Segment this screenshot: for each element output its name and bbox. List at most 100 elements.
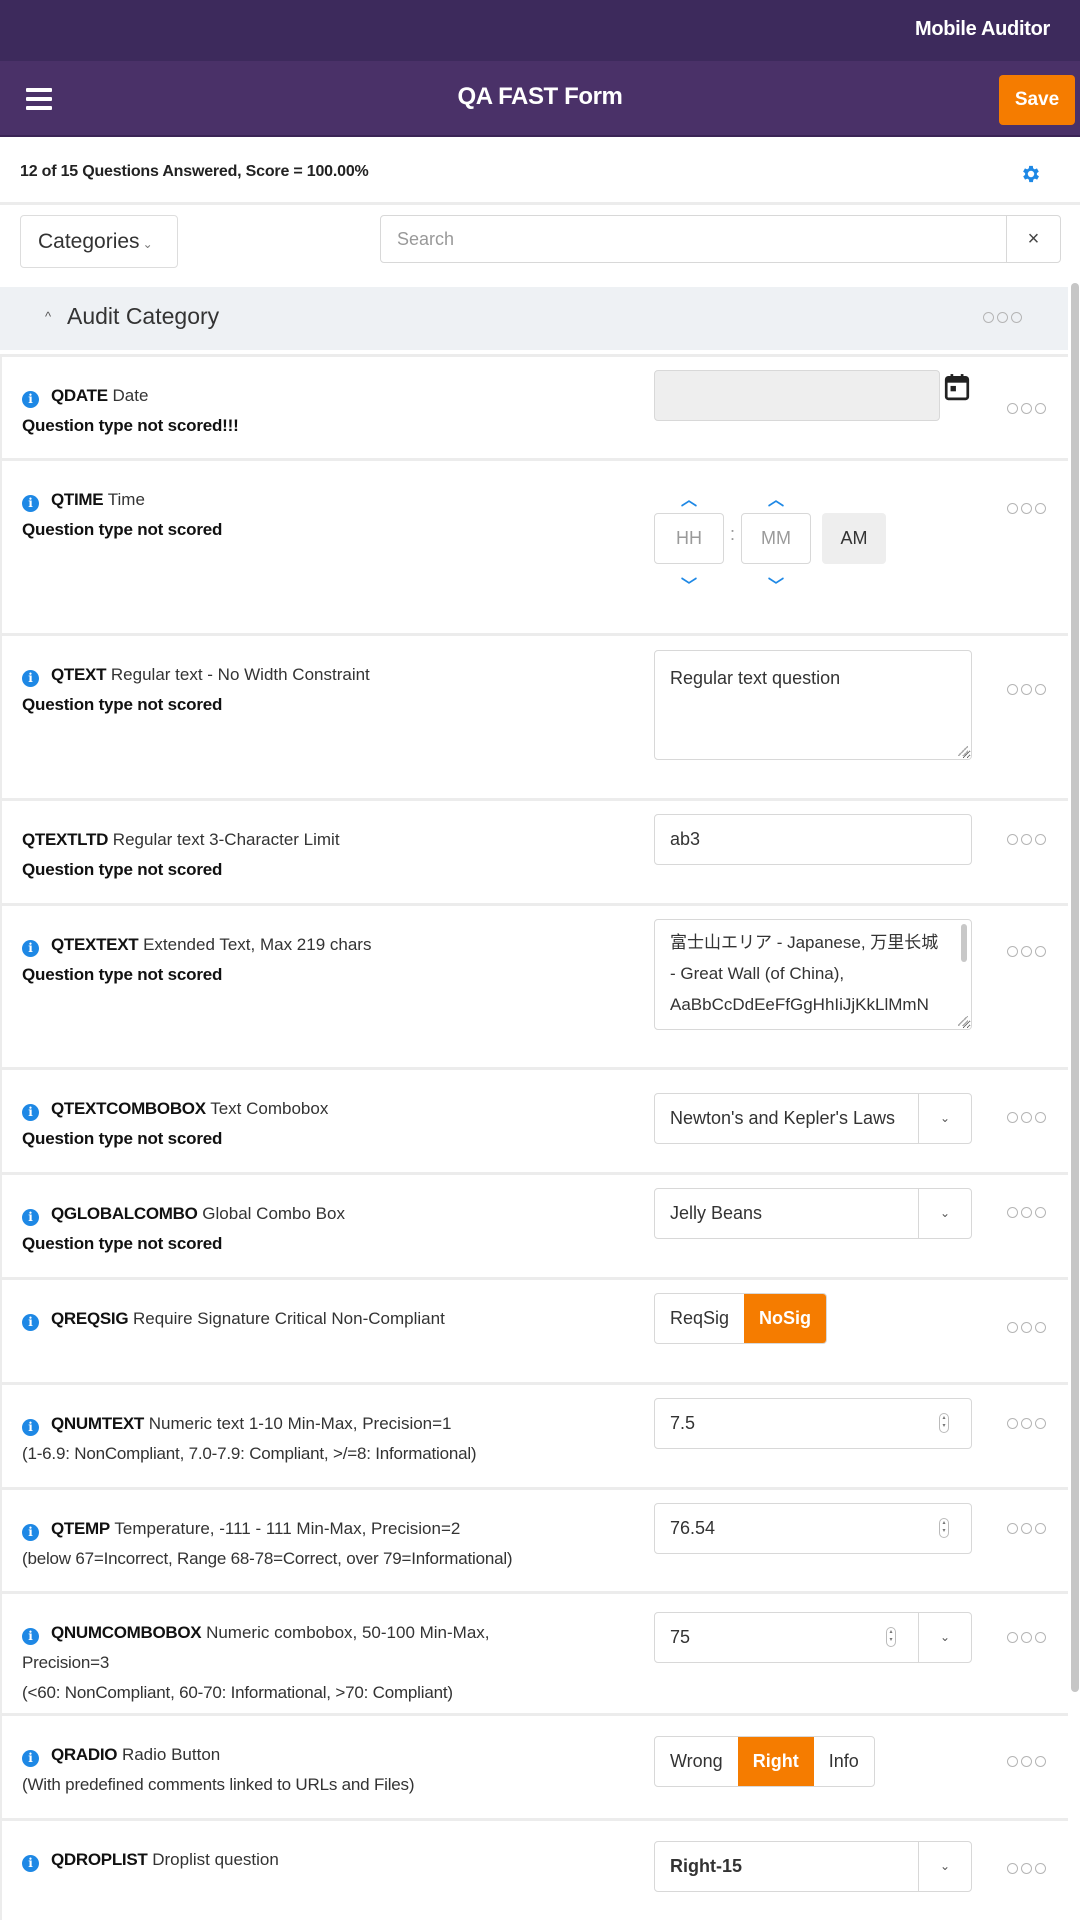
score-text: 12 of 15 Questions Answered, Score = 100… — [20, 163, 369, 180]
more-options-icon[interactable] — [983, 312, 1022, 323]
question-title: Extended Text, Max 219 chars — [143, 935, 372, 954]
question-code: QNUMTEXT — [51, 1414, 144, 1433]
droplist-value[interactable]: Right-15 — [655, 1842, 918, 1891]
chevron-down-icon[interactable]: ⌄ — [918, 1189, 971, 1238]
search-input[interactable] — [381, 216, 1006, 262]
radio-group: Wrong Right Info — [654, 1736, 875, 1787]
global-combobox[interactable]: Jelly Beans ⌄ — [654, 1188, 972, 1239]
spinner-icon[interactable]: ▴ ▾ — [939, 1518, 949, 1538]
question-title: Numeric text 1-10 Min-Max, Precision=1 — [148, 1414, 452, 1433]
question-note: Question type not scored!!! — [22, 416, 239, 435]
numeric-value: 7.5 — [670, 1413, 696, 1433]
categories-dropdown[interactable]: Categories ⌄ — [20, 215, 178, 268]
info-icon[interactable]: i — [22, 1628, 39, 1645]
chevron-down-icon[interactable]: ⌄ — [918, 1613, 971, 1662]
more-options-icon[interactable] — [1007, 1523, 1046, 1534]
more-options-icon[interactable] — [1007, 1863, 1046, 1874]
option-reqsig[interactable]: ReqSig — [655, 1294, 744, 1343]
droplist-select[interactable]: Right-15 ⌄ — [654, 1841, 972, 1892]
question-row: i QTIME Time Question type not scored ︿ ︿… — [0, 458, 1068, 633]
question-row: i QTEXTCOMBOBOX Text Combobox Question ty… — [0, 1067, 1068, 1172]
info-icon[interactable]: i — [22, 670, 39, 687]
question-code: QTIME — [51, 490, 104, 509]
more-options-icon[interactable] — [1007, 684, 1046, 695]
info-icon[interactable]: i — [22, 1314, 39, 1331]
info-icon[interactable]: i — [22, 1209, 39, 1226]
text-combobox[interactable]: Newton's and Kepler's Laws ⌄ — [654, 1093, 972, 1144]
more-options-icon[interactable] — [1007, 1756, 1046, 1767]
more-options-icon[interactable] — [1007, 403, 1046, 414]
question-detail: (1-6.9: NonCompliant, 7.0-7.9: Compliant… — [22, 1444, 477, 1463]
question-list: i QDATE Date Question type not scored!!! … — [0, 354, 1068, 1920]
date-input[interactable] — [654, 370, 940, 421]
chevron-down-icon[interactable]: ⌄ — [918, 1842, 971, 1891]
option-right[interactable]: Right — [737, 1737, 814, 1786]
resize-handle-icon[interactable] — [958, 1016, 968, 1026]
more-options-icon[interactable] — [1007, 1418, 1046, 1429]
more-options-icon[interactable] — [1007, 1322, 1046, 1333]
question-row: QTEXTLTD Regular text 3-Character Limit … — [0, 798, 1068, 903]
question-title: Require Signature Critical Non-Compliant — [132, 1309, 445, 1328]
info-icon[interactable]: i — [22, 391, 39, 408]
question-code: QNUMCOMBOBOX — [51, 1623, 202, 1642]
combobox-value[interactable]: 75 ▴ ▾ — [655, 1613, 918, 1662]
spinner-icon[interactable]: ▴ ▾ — [886, 1627, 896, 1647]
text-area[interactable]: Regular text question — [654, 650, 972, 760]
question-title-cont: Precision=3 — [22, 1653, 110, 1672]
hours-up-icon[interactable]: ︿ — [654, 486, 724, 510]
more-options-icon[interactable] — [1007, 1632, 1046, 1643]
text-area-value: Regular text question — [670, 668, 841, 688]
text-input[interactable]: ab3 — [654, 814, 972, 865]
numeric-input[interactable]: 7.5 ▴ ▾ — [654, 1398, 972, 1449]
more-options-icon[interactable] — [1007, 946, 1046, 957]
info-icon[interactable]: i — [22, 1855, 39, 1872]
combobox-value[interactable]: Jelly Beans — [655, 1189, 918, 1238]
gear-icon[interactable] — [1020, 163, 1042, 185]
question-code: QTEXTEXT — [51, 935, 139, 954]
temperature-input[interactable]: 76.54 ▴ ▾ — [654, 1503, 972, 1554]
question-title: Date — [112, 386, 149, 405]
question-title: Radio Button — [121, 1745, 221, 1764]
clear-search-button[interactable]: × — [1006, 216, 1060, 262]
option-info[interactable]: Info — [814, 1737, 874, 1786]
more-options-icon[interactable] — [1007, 503, 1046, 514]
chevron-down-icon[interactable]: ⌄ — [918, 1094, 971, 1143]
app-top-bar: Mobile Auditor — [0, 0, 1080, 61]
more-options-icon[interactable] — [1007, 1112, 1046, 1123]
option-nosig[interactable]: NoSig — [744, 1294, 827, 1343]
ampm-toggle[interactable]: AM — [822, 513, 886, 564]
text-area-scrollbar[interactable] — [961, 924, 967, 962]
score-summary: 12 of 15 Questions Answered, Score = 100… — [0, 139, 1080, 205]
numeric-value: 75 — [670, 1627, 691, 1647]
spinner-icon[interactable]: ▴ ▾ — [939, 1413, 949, 1433]
info-icon[interactable]: i — [22, 1750, 39, 1767]
question-title: Text Combobox — [210, 1099, 329, 1118]
minutes-down-icon[interactable]: ﹀ — [741, 572, 811, 596]
info-icon[interactable]: i — [22, 1104, 39, 1121]
option-wrong[interactable]: Wrong — [655, 1737, 738, 1786]
category-header[interactable]: ^ Audit Category — [0, 287, 1068, 350]
chevron-up-icon[interactable]: ^ — [45, 309, 51, 324]
combobox-value[interactable]: Newton's and Kepler's Laws — [655, 1094, 918, 1143]
categories-label: Categories — [38, 230, 140, 253]
more-options-icon[interactable] — [1007, 834, 1046, 845]
save-button[interactable]: Save — [999, 75, 1075, 125]
extended-text-area[interactable]: 富士山エリア - Japanese, 万里长城 - Great Wall (of… — [654, 919, 972, 1030]
more-options-icon[interactable] — [1007, 1207, 1046, 1218]
resize-handle-icon[interactable] — [958, 746, 968, 756]
minutes-input[interactable]: MM — [741, 513, 811, 564]
question-title: Numeric combobox, 50-100 Min-Max, — [206, 1623, 490, 1642]
info-icon[interactable]: i — [22, 940, 39, 957]
numeric-combobox[interactable]: 75 ▴ ▾ ⌄ — [654, 1612, 972, 1663]
text-area-value: 富士山エリア - Japanese, 万里长城 - Great Wall (of… — [670, 933, 939, 1014]
info-icon[interactable]: i — [22, 1524, 39, 1541]
minutes-up-icon[interactable]: ︿ — [741, 486, 811, 510]
info-icon[interactable]: i — [22, 495, 39, 512]
question-row: i QTEMP Temperature, -111 - 111 Min-Max, … — [0, 1487, 1068, 1591]
scrollbar[interactable] — [1071, 283, 1079, 1692]
question-code: QTEMP — [51, 1519, 110, 1538]
hours-down-icon[interactable]: ﹀ — [654, 572, 724, 596]
info-icon[interactable]: i — [22, 1419, 39, 1436]
hours-input[interactable]: HH — [654, 513, 724, 564]
calendar-icon[interactable] — [944, 373, 970, 401]
